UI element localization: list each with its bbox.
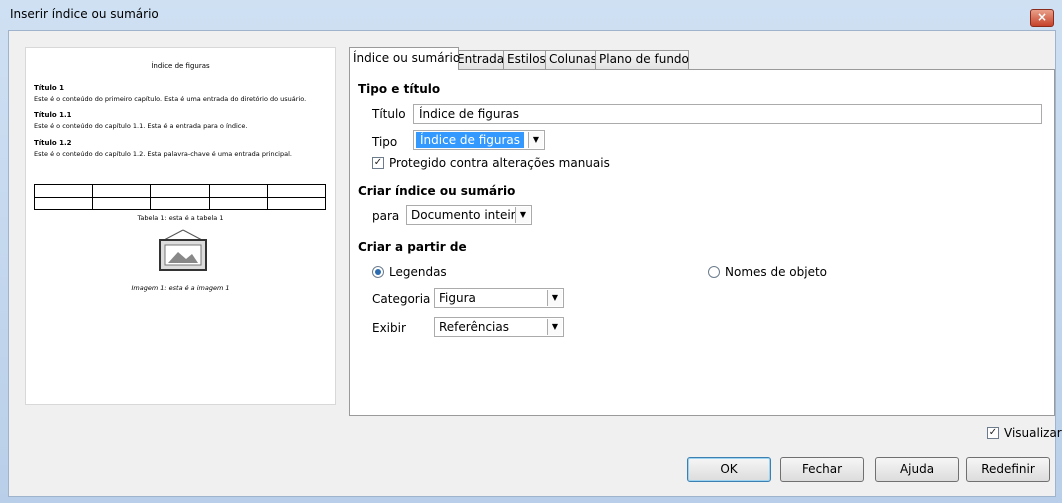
display-label: Exibir [372,321,406,335]
tab-styles[interactable]: Estilos [503,50,551,69]
display-select[interactable]: Referências ▼ [434,317,564,337]
create-index-heading: Criar índice ou sumário [358,184,516,198]
dialog-window: Inserir índice ou sumário × Índice de fi… [0,0,1062,503]
document-preview: Índice de figuras Título 1 Este é o cont… [25,47,336,405]
tab-panel-index: Tipo e título Título Índice de figuras T… [349,69,1055,416]
object-names-radio[interactable] [708,266,720,278]
close-button[interactable]: Fechar [780,457,864,482]
close-icon[interactable]: × [1030,9,1054,27]
chevron-down-icon[interactable]: ▼ [528,132,543,148]
display-select-value: Referências [439,320,509,334]
scope-select-value: Documento inteiro [411,208,523,222]
scope-select[interactable]: Documento inteiro ▼ [406,205,532,225]
preview-table [33,184,327,210]
tab-entries[interactable]: Entradas [453,50,510,69]
category-select[interactable]: Figura ▼ [434,288,564,308]
preview-index-title: Índice de figuras [151,62,210,70]
title-input[interactable]: Índice de figuras [413,104,1042,124]
protected-checkbox[interactable]: ✓ [372,157,384,169]
captions-label: Legendas [389,265,447,279]
help-button[interactable]: Ajuda [875,457,959,482]
category-select-value: Figura [439,291,476,305]
type-select-value: Índice de figuras [416,132,525,148]
framed-picture-icon [159,229,207,271]
type-title-heading: Tipo e título [358,82,441,96]
preview-heading-1-1: Título 1.1 [34,111,72,119]
create-from-heading: Criar a partir de [358,240,467,254]
preview-checkbox[interactable]: ✓ [987,427,999,439]
object-names-label: Nomes de objeto [725,265,827,279]
title-label: Título [372,107,406,121]
title-bar: Inserir índice ou sumário × [0,0,1062,30]
dialog-title: Inserir índice ou sumário [10,7,159,21]
tab-index[interactable]: Índice ou sumário [349,47,460,70]
preview-heading-1: Título 1 [34,84,65,92]
preview-heading-1-2: Título 1.2 [34,139,72,147]
chevron-down-icon[interactable]: ▼ [547,319,562,335]
type-label: Tipo [372,135,398,149]
chevron-down-icon[interactable]: ▼ [547,290,562,306]
type-select[interactable]: Índice de figuras ▼ [413,130,545,150]
ok-button[interactable]: OK [687,457,771,482]
tab-columns[interactable]: Colunas [545,50,601,69]
preview-label: Visualizar [1004,426,1062,440]
preview-text-1: Este é o conteúdo do primeiro capítulo. … [34,95,307,103]
preview-text-1-1: Este é o conteúdo do capítulo 1.1. Esta … [34,122,248,130]
dialog-body: Índice de figuras Título 1 Este é o cont… [8,30,1062,497]
chevron-down-icon[interactable]: ▼ [515,207,530,223]
preview-text-1-2: Este é o conteúdo do capítulo 1.2. Esta … [34,150,292,158]
scope-label: para [372,209,400,223]
reset-button[interactable]: Redefinir [966,457,1050,482]
preview-image-caption: Imagem 1: esta é a imagem 1 [131,284,230,292]
preview-table-caption: Tabela 1: esta é a tabela 1 [137,214,224,222]
tab-background[interactable]: Plano de fundo [595,50,689,69]
category-label: Categoria [372,292,431,306]
captions-radio[interactable] [372,266,384,278]
protected-label: Protegido contra alterações manuais [389,156,610,170]
